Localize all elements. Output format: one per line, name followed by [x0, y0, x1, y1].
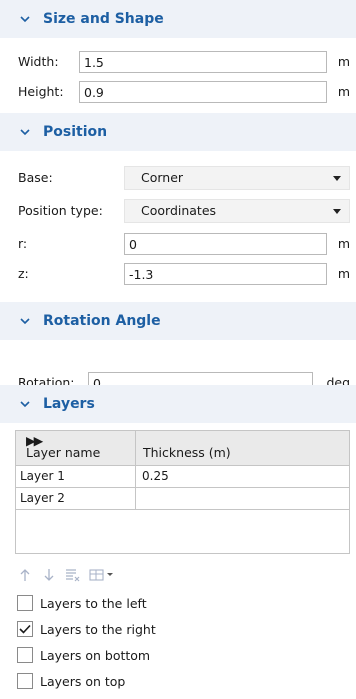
layer-name-cell[interactable]: Layer 1: [16, 466, 136, 487]
position-type-label: Position type:: [18, 203, 103, 218]
chevron-down-icon: [19, 398, 31, 410]
checkbox-label: Layers on bottom: [40, 647, 151, 663]
section-title: Rotation Angle: [43, 313, 161, 329]
position-type-row: Position type: Coordinates: [0, 199, 356, 225]
checkbox-label: Layers to the right: [40, 621, 156, 637]
section-title: Position: [43, 124, 108, 140]
clear-table-icon[interactable]: [65, 566, 81, 584]
width-input[interactable]: [79, 51, 327, 73]
section-title: Size and Shape: [43, 11, 164, 27]
column-header-thickness[interactable]: Thickness (m): [136, 431, 349, 466]
height-row: Height: m: [0, 80, 356, 106]
chevron-down-icon: [19, 126, 31, 138]
width-label: Width:: [18, 54, 59, 69]
checkbox-layers-top[interactable]: Layers on top: [17, 672, 125, 690]
table-row[interactable]: Layer 1 0.25: [16, 466, 349, 488]
r-unit: m: [337, 236, 350, 251]
height-unit: m: [337, 84, 350, 99]
checkbox-label: Layers on top: [40, 673, 126, 689]
position-type-select[interactable]: Coordinates: [124, 199, 350, 223]
checkmark-icon: [19, 624, 31, 634]
dropdown-arrow-icon: [333, 176, 341, 181]
checkbox-box[interactable]: [17, 621, 33, 637]
checkbox-label: Layers to the left: [40, 595, 147, 611]
width-unit: m: [337, 54, 350, 69]
checkbox-box[interactable]: [17, 647, 33, 663]
dropdown-arrow-icon: [333, 209, 341, 214]
r-label: r:: [18, 236, 28, 251]
layers-toolbar: [17, 566, 115, 584]
base-row: Base: Corner: [0, 166, 356, 192]
base-select[interactable]: Corner: [124, 166, 350, 190]
section-size-and-shape[interactable]: Size and Shape: [0, 0, 356, 38]
column-header-layer-name[interactable]: ▶▶ Layer name: [16, 431, 136, 466]
checkbox-box[interactable]: [17, 673, 33, 689]
section-rotation-angle[interactable]: Rotation Angle: [0, 302, 356, 340]
column-header-label: Thickness (m): [143, 445, 231, 460]
height-label: Height:: [18, 84, 64, 99]
chevron-down-icon: [19, 315, 31, 327]
height-input[interactable]: [79, 81, 327, 103]
thickness-cell[interactable]: [136, 488, 349, 509]
arrow-down-icon[interactable]: [41, 566, 57, 584]
z-label: z:: [18, 266, 29, 281]
base-label: Base:: [18, 170, 53, 185]
arrow-up-icon[interactable]: [17, 566, 33, 584]
table-header: ▶▶ Layer name Thickness (m): [16, 431, 349, 466]
checkbox-box[interactable]: [17, 595, 33, 611]
checkbox-layers-left[interactable]: Layers to the left: [17, 594, 147, 612]
table-options-icon[interactable]: [89, 566, 115, 584]
section-title: Layers: [43, 396, 95, 412]
width-row: Width: m: [0, 50, 356, 76]
z-input[interactable]: [124, 263, 327, 285]
column-header-label: Layer name: [26, 445, 101, 460]
layer-name-cell[interactable]: Layer 2: [16, 488, 136, 509]
layers-table[interactable]: ▶▶ Layer name Thickness (m) Layer 1 0.25…: [15, 430, 350, 554]
checkbox-layers-bottom[interactable]: Layers on bottom: [17, 646, 150, 664]
position-type-select-value: Coordinates: [141, 203, 217, 218]
section-position[interactable]: Position: [0, 113, 356, 151]
z-unit: m: [337, 266, 350, 281]
base-select-value: Corner: [141, 170, 184, 185]
z-row: z: m: [0, 262, 356, 288]
checkbox-layers-right[interactable]: Layers to the right: [17, 620, 156, 638]
section-layers[interactable]: Layers: [0, 385, 356, 423]
thickness-cell[interactable]: 0.25: [136, 466, 349, 487]
r-input[interactable]: [124, 233, 327, 255]
chevron-down-icon: [19, 13, 31, 25]
r-row: r: m: [0, 232, 356, 258]
table-row[interactable]: Layer 2: [16, 488, 349, 510]
